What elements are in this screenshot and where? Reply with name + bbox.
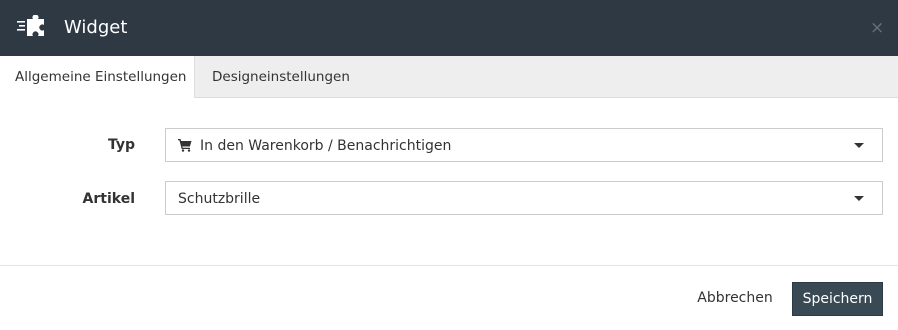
artikel-label: Artikel bbox=[82, 191, 135, 207]
close-icon[interactable]: × bbox=[870, 18, 884, 38]
artikel-select-value: Schutzbrille bbox=[178, 191, 261, 207]
tab-design-settings[interactable]: Designeinstellungen bbox=[212, 56, 350, 98]
tab-general-settings[interactable]: Allgemeine Einstellungen bbox=[0, 56, 195, 98]
artikel-select[interactable]: Schutzbrille bbox=[165, 181, 883, 215]
typ-select[interactable]: In den Warenkorb / Benachrichtigen bbox=[165, 128, 883, 162]
typ-label: Typ bbox=[107, 137, 135, 153]
tab-bar: Allgemeine Einstellungen Designeinstellu… bbox=[0, 56, 898, 98]
chevron-down-icon bbox=[854, 196, 864, 201]
footer-divider bbox=[0, 265, 898, 266]
typ-select-value: In den Warenkorb / Benachrichtigen bbox=[200, 138, 452, 154]
puzzle-widget-icon bbox=[17, 15, 44, 36]
shopping-cart-icon bbox=[178, 139, 192, 152]
cancel-button[interactable]: Abbrechen bbox=[690, 282, 780, 316]
modal-title: Widget bbox=[64, 17, 128, 38]
save-button[interactable]: Speichern bbox=[792, 282, 883, 316]
chevron-down-icon bbox=[854, 143, 864, 148]
modal-header: Widget × bbox=[0, 0, 898, 56]
